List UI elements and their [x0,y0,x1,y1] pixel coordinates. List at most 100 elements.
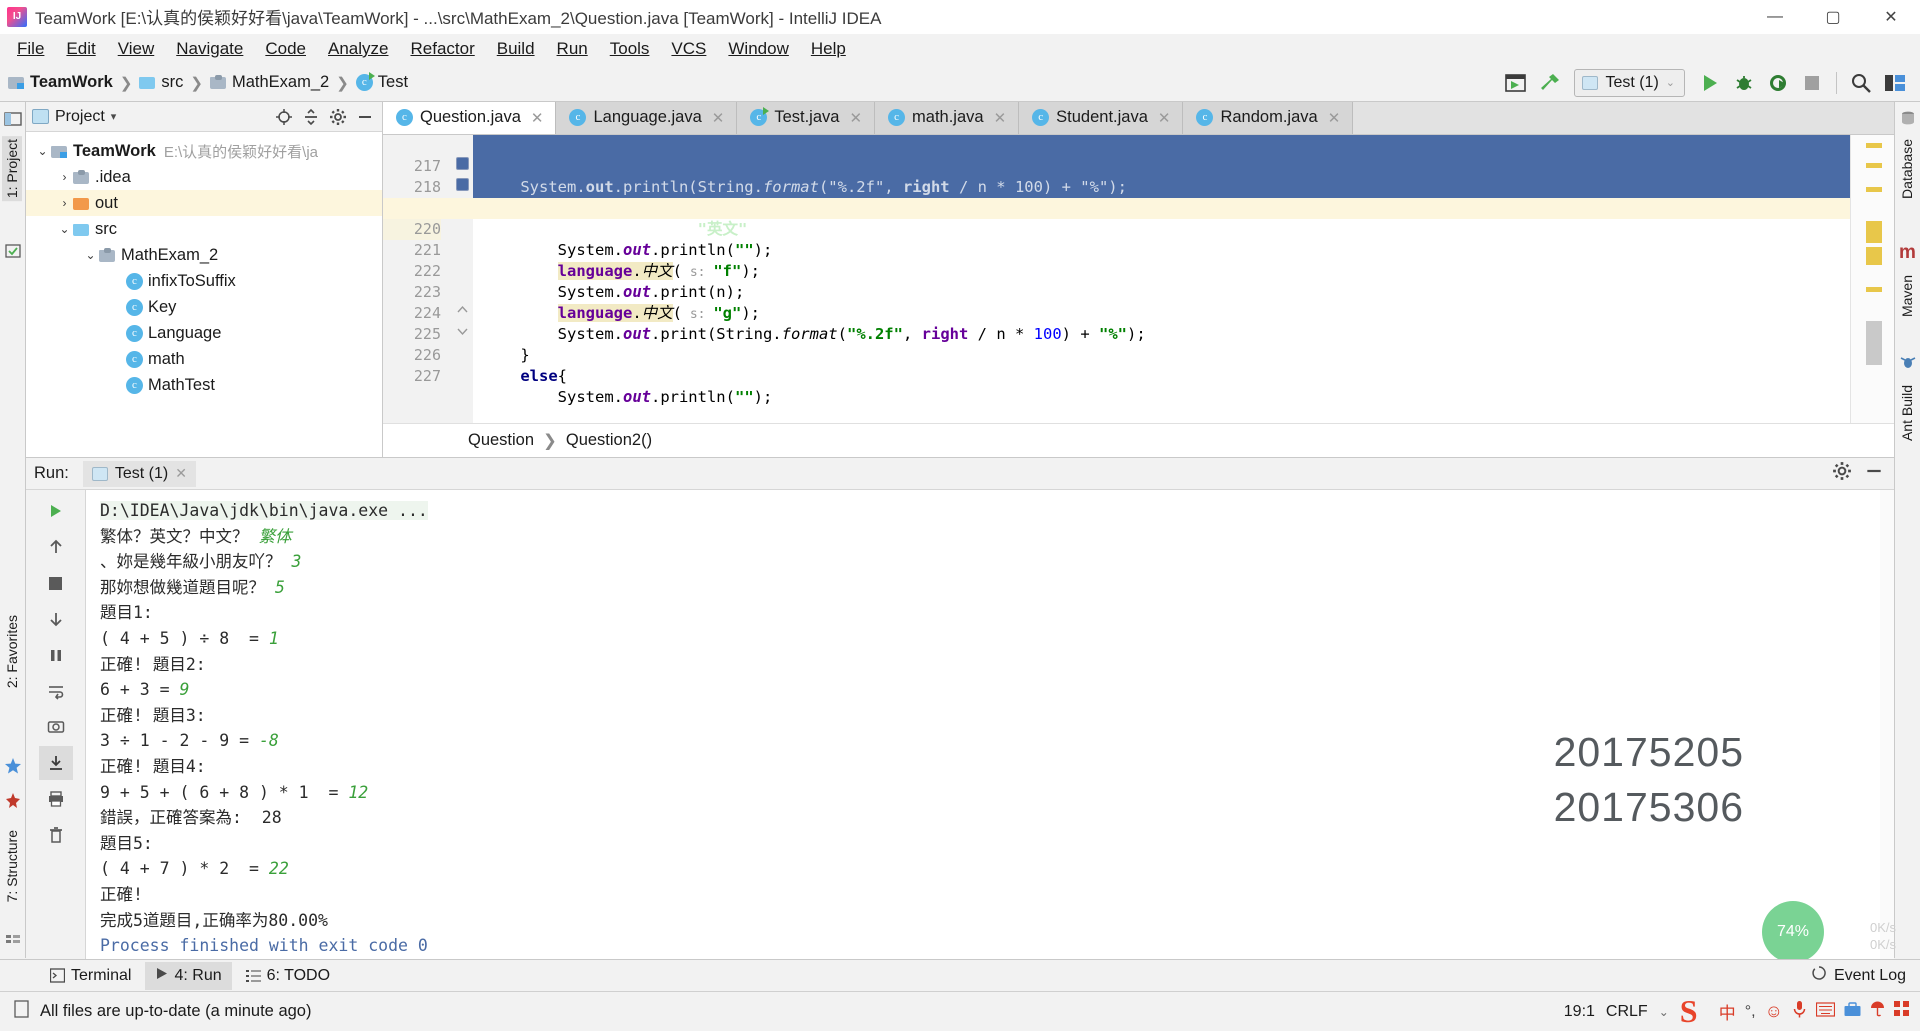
warning-stripe-mark[interactable] [1866,247,1882,265]
commit-icon[interactable] [4,242,22,260]
tree-node-idea[interactable]: › .idea [26,164,382,190]
select-run-config-icon[interactable] [1500,69,1530,97]
build-hammer-icon[interactable] [1534,69,1564,97]
punctuation-icon[interactable]: °, [1745,1003,1756,1021]
warning-stripe-mark[interactable] [1866,143,1882,148]
scrollbar-thumb[interactable] [1866,321,1882,365]
chevron-right-icon[interactable]: › [56,170,73,184]
sidebar-item-favorites[interactable]: 2: Favorites [2,612,22,691]
hide-panel-icon[interactable] [356,108,374,126]
chevron-down-icon[interactable]: ▾ [111,110,117,123]
bottom-item-todo[interactable]: 6: TODO [236,962,340,990]
toolbox-icon[interactable] [1844,1001,1861,1022]
system-monitor-widget[interactable]: 74% [1762,901,1824,963]
menu-refactor[interactable]: Refactor [399,37,485,61]
rerun-button[interactable] [39,494,73,528]
run-button[interactable] [1695,69,1725,97]
console-scrollbar[interactable] [1880,490,1894,959]
umbrella-icon[interactable] [1870,1000,1885,1023]
menu-grid-icon[interactable] [1894,1001,1910,1022]
tree-node-src[interactable]: ⌄ src [26,216,382,242]
caret-position[interactable]: 19:1 [1564,1003,1595,1021]
tree-node-infixtosuffix[interactable]: c infixToSuffix [26,268,382,294]
tree-node-teamwork[interactable]: ⌄ TeamWork E:\认真的侯颖好好看\ja [26,138,382,164]
run-with-coverage-button[interactable] [1763,69,1793,97]
close-button[interactable]: ✕ [1862,0,1920,34]
tree-node-mathexam2[interactable]: ⌄ MathExam_2 [26,242,382,268]
fold-marker-icon[interactable] [456,157,469,170]
sogou-ime-icon[interactable]: S [1680,995,1710,1029]
breadcrumb-item-teamwork[interactable]: TeamWork [30,73,113,92]
maximize-button[interactable]: ▢ [1804,0,1862,34]
close-icon[interactable]: ✕ [849,109,862,127]
close-icon[interactable]: ✕ [175,465,187,482]
code-editor[interactable]: 217 System.out.println(String.format("%.… [383,135,1894,457]
editor-tab-question-java[interactable]: c Question.java ✕ [383,102,557,134]
tree-node-language[interactable]: c Language [26,320,382,346]
menu-window[interactable]: Window [717,37,799,61]
sidebar-item-structure[interactable]: 7: Structure [2,827,22,905]
sidebar-item-maven[interactable]: Maven [1897,272,1917,320]
collapse-all-icon[interactable] [302,108,320,126]
structure-list-icon[interactable] [4,932,22,950]
tree-node-mathtest[interactable]: c MathTest [26,372,382,398]
warning-stripe-mark[interactable] [1866,163,1882,168]
screenshot-button[interactable] [39,710,73,744]
menu-vcs[interactable]: VCS [660,37,717,61]
favorites-star-icon[interactable] [4,757,22,775]
editor-tab-math-java[interactable]: c math.java ✕ [875,102,1020,134]
menu-analyze[interactable]: Analyze [317,37,399,61]
warning-stripe-mark[interactable] [1866,187,1882,192]
close-icon[interactable]: ✕ [994,109,1007,127]
chevron-down-icon[interactable]: ⌄ [1659,1005,1669,1019]
close-icon[interactable]: ✕ [531,109,544,127]
menu-build[interactable]: Build [486,37,546,61]
menu-code[interactable]: Code [254,37,317,61]
editor-tab-random-java[interactable]: c Random.java ✕ [1183,102,1354,134]
down-stacktrace-button[interactable] [39,602,73,636]
breadcrumb-item-src[interactable]: src [161,73,183,92]
tree-node-key[interactable]: c Key [26,294,382,320]
stop-button[interactable] [39,566,73,600]
editor-tab-student-java[interactable]: c Student.java ✕ [1019,102,1184,134]
close-icon[interactable]: ✕ [1328,109,1341,127]
breadcrumb-class[interactable]: Question [468,431,534,450]
run-configuration-selector[interactable]: Test (1) ⌄ [1574,68,1685,97]
console-output[interactable]: D:\IDEA\Java\jdk\bin\java.exe ... 繁体？英文？… [86,490,1894,959]
menu-file[interactable]: File [6,37,55,61]
up-stacktrace-button[interactable] [39,530,73,564]
menu-edit[interactable]: Edit [55,37,106,61]
close-icon[interactable]: ✕ [712,109,725,127]
run-tab-test[interactable]: Test (1) ✕ [82,460,196,487]
emoji-icon[interactable]: ☺ [1765,1001,1783,1022]
maven-m-icon[interactable]: m [1899,242,1917,263]
sidebar-item-project[interactable]: 1: Project [2,136,22,202]
stop-button[interactable] [1797,69,1827,97]
menu-tools[interactable]: Tools [599,37,661,61]
chevron-right-icon[interactable]: › [56,196,73,210]
pause-button[interactable] [39,638,73,672]
menu-run[interactable]: Run [546,37,599,61]
fold-marker-icon[interactable] [456,178,469,191]
chevron-down-icon[interactable]: ⌄ [82,248,99,262]
line-separator[interactable]: CRLF [1606,1003,1648,1021]
event-log-label[interactable]: Event Log [1834,962,1906,990]
tree-node-math[interactable]: c math [26,346,382,372]
breadcrumb-item-mathexam2[interactable]: MathExam_2 [232,73,329,92]
menu-help[interactable]: Help [800,37,857,61]
soft-wrap-button[interactable] [39,674,73,708]
chinese-mode-icon[interactable]: 中 [1719,999,1736,1024]
chevron-down-icon[interactable]: ⌄ [56,222,73,236]
database-icon[interactable] [1899,110,1917,128]
settings-gear-icon[interactable] [329,108,347,126]
layout-icon[interactable] [1880,69,1910,97]
chevron-down-icon[interactable]: ⌄ [34,144,51,158]
search-everywhere-icon[interactable] [1846,69,1876,97]
warning-stripe-mark[interactable] [1866,287,1882,292]
editor-error-stripe[interactable] [1850,135,1894,457]
menu-view[interactable]: View [107,37,166,61]
tree-node-out[interactable]: › out [26,190,382,216]
breadcrumb-method[interactable]: Question2() [566,431,652,450]
warning-stripe-mark[interactable] [1866,221,1882,243]
bottom-item-terminal[interactable]: Terminal [40,962,141,990]
